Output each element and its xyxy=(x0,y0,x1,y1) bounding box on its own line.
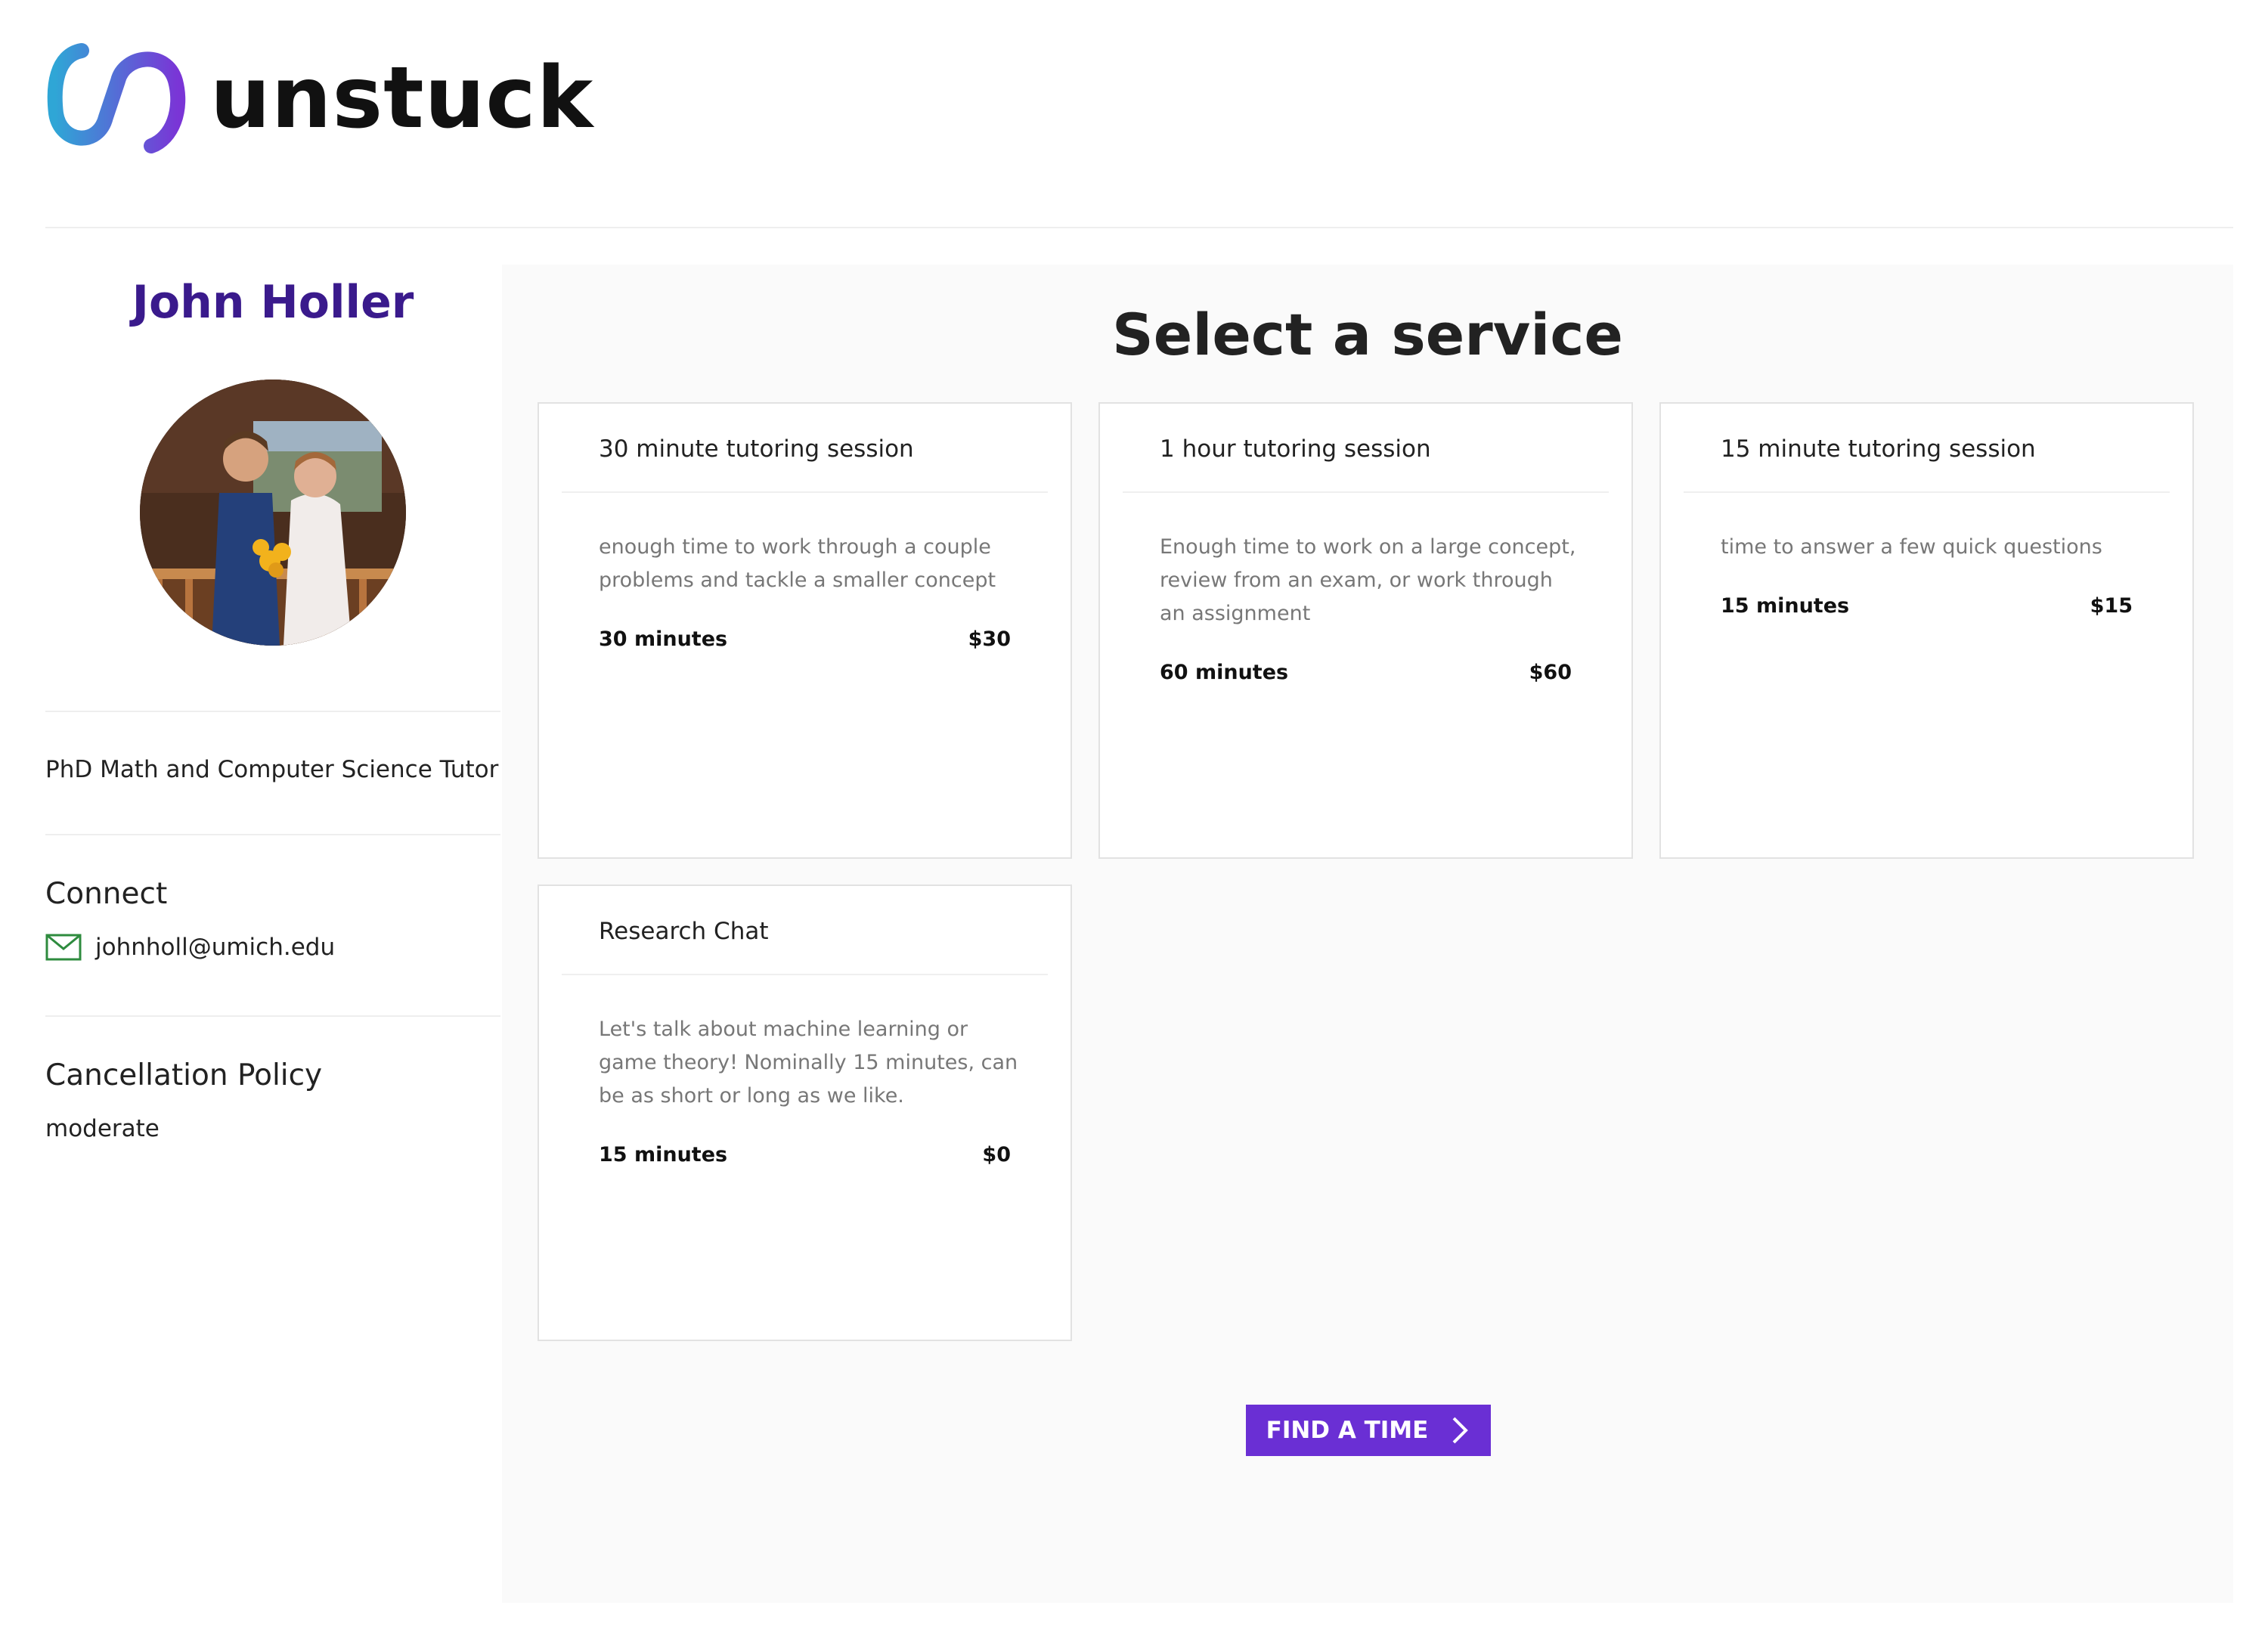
service-meta: 15 minutes $15 xyxy=(1721,594,2133,618)
chevron-right-icon xyxy=(1452,1417,1469,1444)
service-description: Let's talk about machine learning or gam… xyxy=(599,1018,1018,1108)
unstuck-logo-icon xyxy=(47,43,186,153)
service-card[interactable]: 15 minute tutoring session time to answe… xyxy=(1659,402,2194,859)
connect-heading: Connect xyxy=(45,877,168,911)
service-price: $15 xyxy=(2090,594,2133,618)
card-divider xyxy=(562,491,1048,493)
sidebar-divider xyxy=(45,711,500,712)
service-meta: 30 minutes $30 xyxy=(599,627,1011,651)
tutor-name: John Holler xyxy=(132,276,414,329)
service-title: 30 minute tutoring session xyxy=(599,435,914,463)
service-duration: 15 minutes xyxy=(1721,594,1850,618)
service-title: Research Chat xyxy=(599,918,769,945)
service-price: $60 xyxy=(1529,661,1572,684)
avatar xyxy=(140,380,406,646)
header: unstuck xyxy=(45,38,593,159)
cancellation-policy-heading: Cancellation Policy xyxy=(45,1058,323,1092)
page-title: Select a service xyxy=(1112,301,1623,368)
sidebar-divider xyxy=(45,1015,500,1017)
service-price: $0 xyxy=(982,1143,1011,1167)
header-divider xyxy=(45,227,2233,228)
tutor-tagline: PhD Math and Computer Science Tutor xyxy=(45,756,499,783)
service-duration: 15 minutes xyxy=(599,1143,728,1167)
card-divider xyxy=(1123,491,1609,493)
service-duration: 60 minutes xyxy=(1160,661,1289,684)
brand-name: unstuck xyxy=(210,49,594,147)
service-card[interactable]: Research Chat Let's talk about machine l… xyxy=(538,885,1072,1341)
service-description: time to answer a few quick questions xyxy=(1721,535,2102,559)
service-duration: 30 minutes xyxy=(599,627,728,651)
service-panel: Select a service 30 minute tutoring sess… xyxy=(502,265,2233,1603)
service-meta: 60 minutes $60 xyxy=(1160,661,1572,684)
card-divider xyxy=(562,974,1048,975)
email-address: johnholl@umich.edu xyxy=(95,934,336,961)
find-a-time-button[interactable]: FIND A TIME xyxy=(1246,1405,1491,1456)
email-link[interactable]: johnholl@umich.edu xyxy=(45,934,335,961)
service-meta: 15 minutes $0 xyxy=(599,1143,1011,1167)
find-a-time-label: FIND A TIME xyxy=(1266,1417,1429,1444)
service-description: Enough time to work on a large concept, … xyxy=(1160,535,1576,625)
profile-sidebar: John Holler PhD Math and Computer Scienc… xyxy=(45,265,500,1142)
service-description: enough time to work through a couple pro… xyxy=(599,535,996,592)
cancellation-policy-value: moderate xyxy=(45,1115,160,1142)
card-divider xyxy=(1684,491,2170,493)
mail-icon xyxy=(45,934,82,961)
service-title: 1 hour tutoring session xyxy=(1160,435,1431,463)
service-card[interactable]: 30 minute tutoring session enough time t… xyxy=(538,402,1072,859)
avatar-photo xyxy=(140,380,406,646)
service-title: 15 minute tutoring session xyxy=(1721,435,2036,463)
service-price: $30 xyxy=(968,627,1011,651)
sidebar-divider xyxy=(45,834,500,835)
service-card[interactable]: 1 hour tutoring session Enough time to w… xyxy=(1098,402,1633,859)
